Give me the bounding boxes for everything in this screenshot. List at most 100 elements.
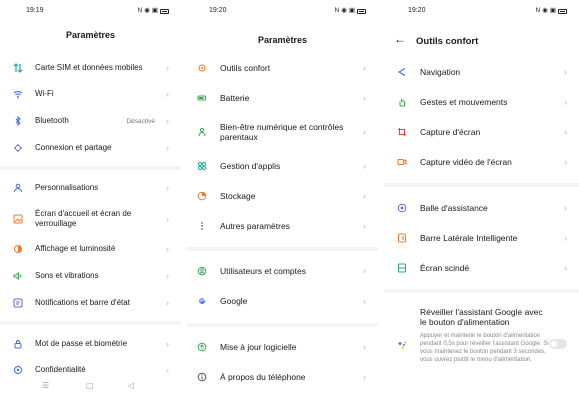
settings-item-convenience-tools[interactable]: Outils confort ›: [187, 60, 378, 76]
settings-item-notifications[interactable]: Notifications et barre d'état ›: [0, 295, 181, 311]
tools-item-label: Navigation: [420, 67, 461, 77]
google-assistant-toggle[interactable]: [549, 339, 567, 349]
settings-item-label: Bluetooth: [35, 116, 69, 125]
tools-item-label: Barre Latérale Intelligente: [420, 233, 518, 243]
settings-item-label: Affichage et luminosité: [35, 244, 116, 253]
status-icons: N ◉ ▣: [535, 7, 567, 15]
section-divider: [0, 166, 181, 170]
settings-item-sim[interactable]: Carte SIM et données mobiles ›: [0, 60, 181, 76]
chevron-right-icon: ›: [166, 298, 169, 308]
chevron-right-icon: ›: [564, 127, 567, 137]
chevron-right-icon: ›: [166, 143, 169, 153]
chevron-right-icon: ›: [363, 221, 366, 231]
apps-icon: [196, 160, 208, 172]
menu-icon[interactable]: ☰: [42, 381, 49, 390]
chevron-right-icon: ›: [564, 263, 567, 273]
settings-item-label: Utilisateurs et comptes: [220, 266, 306, 276]
sidebar-icon: [396, 232, 408, 244]
signal-icon: ▣: [348, 7, 355, 14]
settings-item-label: Personnalisations: [35, 183, 99, 192]
settings-item-google[interactable]: Google ›: [187, 293, 378, 309]
settings-item-software-update[interactable]: Mise à jour logicielle ›: [187, 339, 378, 355]
wifi-status-icon: ◉: [144, 7, 150, 14]
settings-item-label: Google: [220, 296, 248, 306]
chevron-right-icon: ›: [363, 93, 366, 103]
settings-item-storage[interactable]: Stockage ›: [187, 188, 378, 204]
chevron-right-icon: ›: [166, 116, 169, 126]
settings-screen-1: 19:19 N ◉ ▣ Paramètres Carte SIM et donn…: [0, 0, 181, 400]
settings-item-wifi[interactable]: Wi-Fi ›: [0, 86, 181, 102]
wifi-status-icon: ◉: [542, 7, 548, 14]
settings-item-connection[interactable]: Connexion et partage ›: [0, 140, 181, 156]
tools-item-assist-ball[interactable]: Balle d'assistance ›: [384, 200, 579, 216]
settings-screen-2: 19:20 N ◉ ▣ Paramètres Outils confort › …: [187, 0, 378, 400]
video-record-icon: [396, 156, 408, 168]
settings-item-homescreen[interactable]: Écran d'accueil et écran de verrouillage…: [0, 207, 181, 231]
chevron-right-icon: ›: [564, 67, 567, 77]
update-icon: [196, 341, 208, 353]
settings-item-wellbeing[interactable]: Bien-être numérique et contrôles parenta…: [187, 120, 378, 144]
assist-ball-icon: [396, 202, 408, 214]
status-icons: N ◉ ▣: [137, 7, 169, 15]
brightness-icon: [12, 243, 24, 255]
section-divider: [187, 247, 378, 251]
settings-item-privacy[interactable]: Confidentialité ›: [0, 362, 181, 378]
settings-item-battery[interactable]: Batterie ›: [187, 90, 378, 106]
settings-item-password[interactable]: Mot de passe et biométrie ›: [0, 336, 181, 352]
chevron-right-icon: ›: [363, 63, 366, 73]
chevron-right-icon: ›: [564, 97, 567, 107]
page-title: Paramètres: [257, 35, 308, 45]
tools-item-navigation[interactable]: Navigation ›: [384, 64, 579, 80]
chevron-right-icon: ›: [166, 365, 169, 375]
settings-item-personalization[interactable]: Personnalisations ›: [0, 180, 181, 196]
settings-item-display[interactable]: Affichage et luminosité ›: [0, 241, 181, 257]
tools-item-split-screen[interactable]: Écran scindé ›: [384, 260, 579, 276]
image-icon: [12, 213, 24, 225]
settings-item-app-management[interactable]: Gestion d'applis ›: [187, 158, 378, 174]
tools-item-google-assistant[interactable]: Réveiller l'assistant Google avec le bou…: [384, 305, 579, 349]
chevron-right-icon: ›: [564, 157, 567, 167]
privacy-icon: [12, 364, 24, 376]
tools-item-label: Gestes et mouvements: [420, 97, 508, 107]
split-screen-icon: [396, 262, 408, 274]
status-bar: 19:19 N ◉ ▣: [0, 7, 181, 17]
settings-item-users-accounts[interactable]: Utilisateurs et comptes ›: [187, 263, 378, 279]
chevron-right-icon: ›: [166, 63, 169, 73]
settings-item-bluetooth[interactable]: Bluetooth Désactivé ›: [0, 113, 181, 129]
settings-item-label: Batterie: [220, 93, 250, 103]
wifi-status-icon: ◉: [341, 7, 347, 14]
nfc-icon: N: [137, 7, 143, 14]
status-bar: 19:20 N ◉ ▣: [384, 7, 579, 17]
battery-setting-icon: [196, 92, 208, 104]
home-icon[interactable]: ▢: [86, 381, 94, 390]
person-icon: [12, 182, 24, 194]
settings-item-label: Bien-être numérique et contrôles parenta…: [220, 122, 344, 142]
status-bar: 19:20 N ◉ ▣: [187, 7, 378, 17]
storage-pie-icon: [196, 190, 208, 202]
tools-item-screen-recording[interactable]: Capture vidéo de l'écran ›: [384, 154, 579, 170]
tools-item-gestures[interactable]: Gestes et mouvements ›: [384, 94, 579, 110]
tools-item-smart-sidebar[interactable]: Barre Latérale Intelligente ›: [384, 230, 579, 246]
status-icons: N ◉ ▣: [334, 7, 366, 15]
settings-item-label: Mot de passe et biométrie: [35, 339, 128, 348]
back-arrow-icon[interactable]: ←: [394, 33, 406, 45]
lock-icon: [12, 338, 24, 350]
section-divider: [0, 321, 181, 325]
settings-item-about-phone[interactable]: À propos du téléphone ›: [187, 369, 378, 385]
settings-item-other[interactable]: Autres paramètres ›: [187, 218, 378, 234]
navigation-icon: [396, 66, 408, 78]
section-divider: [384, 289, 579, 293]
section-divider: [187, 323, 378, 327]
bluetooth-status: Désactivé: [126, 117, 155, 125]
back-icon[interactable]: ◁: [128, 381, 134, 390]
tools-item-screenshot[interactable]: Capture d'écran ›: [384, 124, 579, 140]
wifi-icon: [12, 88, 24, 100]
notification-icon: [12, 297, 24, 309]
settings-item-sound[interactable]: Sons et vibrations ›: [0, 268, 181, 284]
signal-icon: ▣: [151, 7, 158, 14]
signal-icon: ▣: [549, 7, 556, 14]
chevron-right-icon: ›: [564, 233, 567, 243]
status-time: 19:19: [26, 7, 44, 14]
more-dots-icon: [196, 220, 208, 232]
chevron-right-icon: ›: [363, 161, 366, 171]
